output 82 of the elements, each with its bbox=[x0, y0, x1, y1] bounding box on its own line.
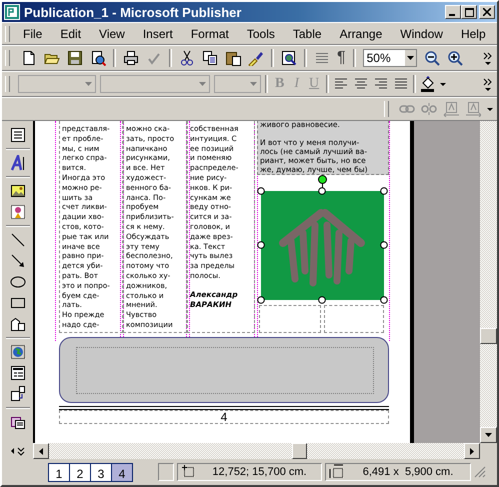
empty-frame[interactable] bbox=[324, 305, 384, 333]
position-readout: 12,752; 15,700 cm. bbox=[211, 466, 308, 478]
menu-item[interactable]: Arrange bbox=[330, 26, 392, 40]
scroll-left-button[interactable] bbox=[33, 443, 49, 459]
code-fragment-icon[interactable] bbox=[10, 386, 26, 402]
menu-item[interactable]: View bbox=[90, 26, 134, 40]
form-icon[interactable] bbox=[10, 365, 26, 381]
left-arrow-icon bbox=[39, 448, 43, 454]
app-icon[interactable] bbox=[4, 4, 20, 20]
menu-item[interactable]: Insert bbox=[134, 26, 182, 40]
text-lines-icon[interactable] bbox=[314, 50, 330, 66]
scroll-thumb[interactable] bbox=[292, 443, 307, 459]
caret-icon[interactable] bbox=[487, 108, 493, 110]
scroll-thumb[interactable] bbox=[480, 328, 497, 344]
position-icon bbox=[181, 464, 197, 480]
menu-item[interactable]: Edit bbox=[51, 26, 90, 40]
menu-item[interactable]: Help bbox=[452, 26, 495, 40]
rectangle-icon[interactable] bbox=[10, 295, 26, 311]
close-icon bbox=[483, 8, 491, 16]
copy-icon[interactable] bbox=[202, 50, 218, 66]
zoom-in-icon[interactable] bbox=[446, 50, 463, 66]
rotation-handle[interactable] bbox=[318, 175, 327, 184]
menu-item[interactable]: Format bbox=[182, 26, 238, 40]
zoom-out-icon[interactable] bbox=[424, 50, 440, 66]
minimize-button[interactable] bbox=[445, 5, 461, 19]
dropdown-arrow-icon bbox=[250, 82, 257, 86]
line-icon[interactable] bbox=[10, 232, 26, 248]
paste-icon[interactable] bbox=[225, 50, 241, 66]
caret-icon[interactable] bbox=[440, 82, 446, 86]
close-button[interactable] bbox=[479, 5, 495, 19]
down-arrow-icon bbox=[485, 433, 492, 437]
printer-icon[interactable] bbox=[123, 50, 139, 66]
status-panel bbox=[158, 463, 174, 481]
fill-color-icon[interactable] bbox=[420, 76, 436, 92]
more-icon[interactable] bbox=[483, 50, 493, 66]
empty-frame[interactable] bbox=[259, 305, 321, 333]
page-magnifier-icon[interactable] bbox=[281, 50, 297, 66]
size-readout: 6,491 x 5,900 cm. bbox=[362, 466, 454, 478]
new-page-icon[interactable] bbox=[21, 50, 37, 66]
scroll-right-button[interactable] bbox=[464, 443, 480, 459]
picture-icon[interactable] bbox=[10, 183, 26, 199]
design-gallery-icon[interactable] bbox=[10, 414, 26, 430]
scroll-down-button[interactable] bbox=[480, 427, 497, 443]
right-arrow-icon bbox=[470, 448, 474, 454]
maximize-icon bbox=[464, 8, 474, 16]
page-tab[interactable]: 2 bbox=[69, 462, 91, 482]
page-number-frame[interactable]: 4 bbox=[59, 410, 389, 424]
oval-icon[interactable] bbox=[10, 274, 26, 290]
menu-item[interactable]: Table bbox=[284, 26, 331, 40]
selected-picture-drawing[interactable] bbox=[257, 187, 388, 304]
dropdown-arrow-icon bbox=[85, 82, 92, 86]
scroll-left-icon[interactable] bbox=[10, 447, 15, 455]
zoom-field[interactable]: 50% bbox=[362, 49, 417, 67]
globe-icon[interactable] bbox=[10, 344, 26, 360]
window-title: Publication_1 - Microsoft Publisher bbox=[24, 4, 242, 20]
maximize-button[interactable] bbox=[461, 5, 477, 19]
arrow-icon[interactable] bbox=[10, 253, 26, 269]
more-icon[interactable] bbox=[483, 76, 493, 92]
dropdown-arrow-icon bbox=[406, 56, 414, 60]
text-frame[interactable] bbox=[59, 121, 123, 333]
scissors-icon[interactable] bbox=[179, 50, 195, 66]
text-frame[interactable] bbox=[123, 121, 187, 333]
web-preview-icon[interactable] bbox=[90, 50, 106, 66]
menu-item[interactable]: File bbox=[14, 26, 52, 40]
menu-item[interactable]: Window bbox=[391, 26, 452, 40]
page-tab[interactable]: 4 bbox=[111, 462, 133, 482]
dropdown-arrow-icon bbox=[199, 82, 206, 86]
page-tab[interactable]: 3 bbox=[90, 462, 112, 482]
wordart-icon[interactable] bbox=[10, 155, 26, 171]
rounded-rectangle[interactable] bbox=[59, 337, 389, 403]
show-marks-button[interactable]: ¶ bbox=[337, 49, 346, 67]
page-number: 4 bbox=[220, 410, 228, 424]
page-tab[interactable]: 1 bbox=[48, 462, 70, 482]
brush-icon[interactable] bbox=[248, 50, 264, 66]
text-box-icon[interactable] bbox=[10, 127, 26, 143]
more-icon[interactable] bbox=[17, 446, 25, 456]
resize-grip-icon[interactable] bbox=[474, 466, 486, 478]
save-icon[interactable] bbox=[67, 50, 83, 66]
shapes-icon[interactable] bbox=[10, 316, 26, 332]
menu-item[interactable]: Tools bbox=[238, 26, 284, 40]
size-icon bbox=[329, 464, 345, 480]
clip-art-icon[interactable] bbox=[10, 204, 26, 220]
